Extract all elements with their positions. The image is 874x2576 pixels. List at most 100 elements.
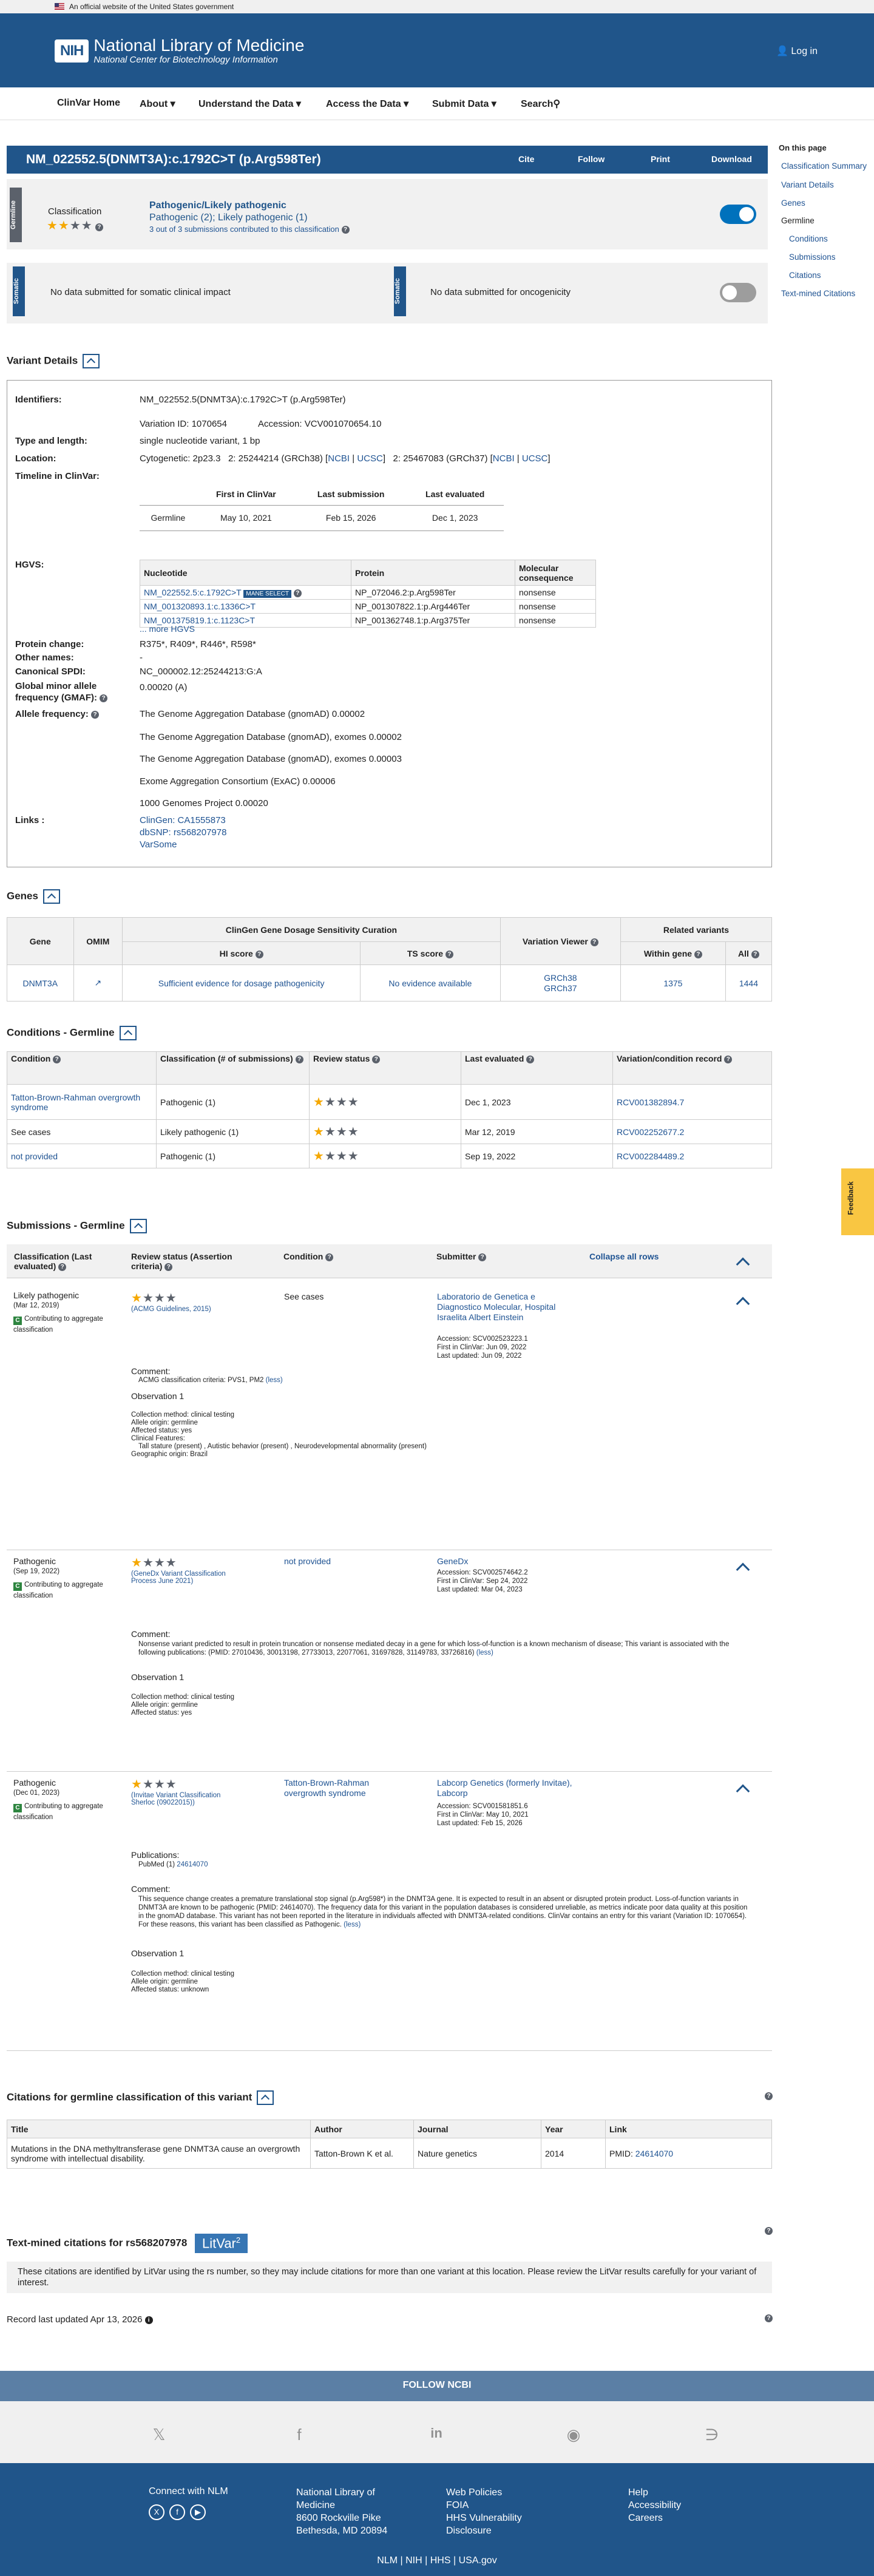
social-bar: 𝕏 f in ◉ ∋ <box>0 2401 874 2463</box>
sidebar-item-variant-details[interactable]: Variant Details <box>781 180 834 189</box>
rss-icon[interactable]: ∋ <box>703 2425 721 2444</box>
more-hgvs-link[interactable]: ... more HGVS <box>140 624 195 634</box>
collapse-button[interactable] <box>129 1219 147 1233</box>
varsome-link[interactable]: VarSome <box>140 839 177 850</box>
submissions-heading: Submissions - Germline <box>7 1219 147 1233</box>
nav-about[interactable]: About ▾ <box>140 98 175 110</box>
ncbi-link[interactable]: NCBI <box>493 453 515 464</box>
nav-search[interactable]: Search⚲ <box>521 98 560 110</box>
observation-label: Observation 1 <box>131 1672 185 1682</box>
submission-condition[interactable]: Tatton-Brown-Rahman overgrowth syndrome <box>284 1778 405 1798</box>
ncbi-link[interactable]: NCBI <box>328 453 350 464</box>
record-updated: Record last updated Apr 13, 2026 i <box>7 2314 153 2325</box>
clingen-link[interactable]: ClinGen: CA1555873 <box>140 815 226 825</box>
germline-classification-panel: Germline Classification ★★★★ ? Pathogeni… <box>7 179 768 249</box>
help-icon[interactable]: ? <box>765 2225 773 2235</box>
location-label: Location: <box>15 453 56 464</box>
observation-label: Observation 1 <box>131 1948 185 1958</box>
ucsc-link[interactable]: UCSC <box>357 453 383 464</box>
observation-label: Observation 1 <box>131 1391 185 1401</box>
spdi-label: Canonical SPDI: <box>15 666 86 677</box>
collapse-button[interactable] <box>119 1026 137 1040</box>
type-label: Type and length: <box>15 436 87 446</box>
download-button[interactable]: Download <box>711 154 752 164</box>
freq-item: 1000 Genomes Project 0.00020 <box>140 798 268 808</box>
chevron-up-icon[interactable] <box>736 1562 750 1577</box>
follow-ncbi-bar: FOLLOW NCBI <box>0 2371 874 2401</box>
nav-clinvar-home[interactable]: ClinVar Home <box>57 98 120 109</box>
feedback-tab[interactable]: Feedback <box>841 1168 874 1235</box>
dbsnp-link[interactable]: dbSNP: rs568207978 <box>140 827 226 838</box>
login-link[interactable]: 👤 Log in <box>776 45 818 57</box>
classification-detail: Pathogenic (2); Likely pathogenic (1) <box>149 212 308 223</box>
germline-toggle[interactable] <box>720 205 756 224</box>
x-icon[interactable]: X <box>149 2504 164 2520</box>
publications-label: Publications: <box>131 1850 180 1860</box>
print-button[interactable]: Print <box>651 154 670 164</box>
chevron-up-icon[interactable] <box>736 1784 750 1798</box>
help-icon[interactable]: ? <box>765 2313 773 2323</box>
collapse-button[interactable] <box>42 889 60 904</box>
youtube-icon[interactable]: ▶ <box>190 2504 206 2520</box>
footer-help: Help Accessibility Careers <box>628 2487 682 2523</box>
review-stars: ★★★★ (GeneDx Variant Classification Proce… <box>131 1556 226 1585</box>
info-icon[interactable]: ? <box>95 223 103 231</box>
linkedin-icon[interactable]: in <box>427 2425 445 2444</box>
nlm-logo[interactable]: NIH National Library of Medicine National… <box>55 36 304 65</box>
external-link-icon[interactable]: ↗ <box>73 964 123 1002</box>
observation-details: Collection method: clinical testing Allel… <box>131 1970 235 1993</box>
cite-button[interactable]: Cite <box>518 154 534 164</box>
litvar-logo[interactable]: LitVar2 <box>195 2234 248 2254</box>
submitter-link[interactable]: Labcorp Genetics (formerly Invitae), Lab… <box>437 1778 577 1798</box>
follow-button[interactable]: Follow <box>578 154 605 164</box>
connect-label: Connect with NLM <box>149 2486 228 2496</box>
gov-banner: An official website of the United States… <box>0 0 874 13</box>
page-title: NM_022552.5(DNMT3A):c.1792C>T (p.Arg598T… <box>26 152 321 166</box>
table-row: not provided Pathogenic (1) ★★★★ Sep 19, 20… <box>7 1144 772 1168</box>
nav-access[interactable]: Access the Data ▾ <box>326 98 408 110</box>
sidebar-item-genes[interactable]: Genes <box>781 198 805 208</box>
ucsc-link[interactable]: UCSC <box>522 453 548 464</box>
sidebar-item-submissions[interactable]: Submissions <box>789 253 836 262</box>
x-icon[interactable]: 𝕏 <box>150 2425 168 2444</box>
submitter-link[interactable]: Laboratorio de Genetica e Diagnostico Mo… <box>437 1292 571 1323</box>
footer-policies: Web Policies FOIA HHS Vulnerability Disclos… <box>446 2487 522 2536</box>
timeline-label: Timeline in ClinVar: <box>15 471 100 481</box>
identifier-value: NM_022552.5(DNMT3A):c.1792C>T (p.Arg598T… <box>140 395 346 405</box>
submitter-link[interactable]: GeneDx <box>437 1556 468 1566</box>
comment-text: This sequence change creates a premature… <box>138 1896 748 1928</box>
chevron-up-icon[interactable] <box>736 1257 750 1272</box>
submission-condition[interactable]: not provided <box>284 1556 331 1566</box>
github-icon[interactable]: ◉ <box>564 2425 583 2444</box>
protein-change-label: Protein change: <box>15 639 84 649</box>
sidebar-item-citations[interactable]: Citations <box>789 271 821 280</box>
sidebar-item-conditions[interactable]: Conditions <box>789 234 828 243</box>
sidebar-item-text-mined-citations[interactable]: Text-mined Citations <box>781 289 855 298</box>
collapse-button[interactable] <box>257 2090 274 2105</box>
info-icon[interactable]: ? <box>341 226 350 234</box>
facebook-icon[interactable]: f <box>290 2425 308 2444</box>
accession: Accession: VCV001070654.10 <box>258 419 382 429</box>
nav-understand[interactable]: Understand the Data ▾ <box>198 98 301 110</box>
table-row: See cases Likely pathogenic (1) ★★★★ Mar 12… <box>7 1119 772 1144</box>
nav-submit[interactable]: Submit Data ▾ <box>432 98 496 110</box>
collapse-button[interactable] <box>83 354 100 368</box>
submission-meta: Accession: SCV002574642.2 First in ClinVa… <box>437 1569 528 1593</box>
freq-item: Exome Aggregation Consortium (ExAC) 0.00… <box>140 776 336 787</box>
somatic-toggle[interactable] <box>720 283 756 302</box>
chevron-up-icon[interactable] <box>736 1296 750 1311</box>
submission-3: Pathogenic (Dec 01, 2023) C Contributing t… <box>13 1778 103 1821</box>
gene-link[interactable]: DNMT3A <box>7 964 74 1002</box>
conditions-heading: Conditions - Germline <box>7 1026 137 1040</box>
allele-frequency-label: Allele frequency: ? <box>15 709 100 719</box>
comment-text: ACMG classification criteria: PVS1, PM2 … <box>138 1377 283 1384</box>
facebook-icon[interactable]: f <box>169 2504 185 2520</box>
location-value: Cytogenetic: 2p23.3 2: 25244214 (GRCh38)… <box>140 453 550 464</box>
sidebar-item-classification-summary[interactable]: Classification Summary <box>781 161 867 171</box>
help-icon[interactable]: ? <box>765 2090 773 2101</box>
collapse-all-rows[interactable]: Collapse all rows <box>589 1252 659 1261</box>
site-title: National Library of Medicine <box>93 36 305 55</box>
review-stars: ★★★★ ? <box>47 218 103 233</box>
site-subtitle: National Center for Biotechnology Inform… <box>93 55 278 65</box>
sidebar-item-germline[interactable]: Germline <box>781 216 815 225</box>
